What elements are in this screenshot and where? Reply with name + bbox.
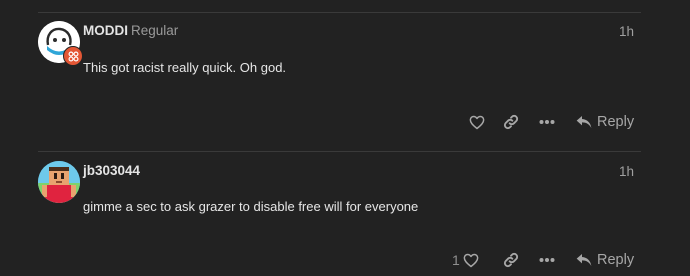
user-title: Regular <box>131 23 179 38</box>
copy-link-button[interactable] <box>500 111 522 133</box>
link-icon <box>503 114 519 130</box>
reply-button[interactable]: Reply <box>576 248 634 272</box>
avatar[interactable] <box>38 161 80 203</box>
like-count: 1 <box>452 252 460 268</box>
more-actions-button[interactable] <box>536 249 558 271</box>
heart-icon <box>469 115 485 129</box>
more-actions-button[interactable] <box>536 111 558 133</box>
pixel-character-avatar-icon <box>38 161 80 203</box>
heart-icon <box>463 253 479 267</box>
link-icon <box>503 252 519 268</box>
post-age[interactable]: 1h <box>600 164 634 179</box>
ellipsis-icon <box>539 258 555 262</box>
ellipsis-icon <box>539 120 555 124</box>
copy-link-button[interactable] <box>500 249 522 271</box>
username[interactable]: MODDI <box>83 23 128 38</box>
reply-button[interactable]: Reply <box>576 110 634 134</box>
post-moddi: MODDI Regular 1h This got racist really q… <box>0 0 690 151</box>
post-jb303044: jb303044 1h gimme a sec to ask grazer to… <box>0 152 690 276</box>
post-author[interactable]: MODDI Regular <box>83 23 178 38</box>
reply-label: Reply <box>597 252 635 268</box>
username[interactable]: jb303044 <box>83 163 140 178</box>
reply-label: Reply <box>597 114 635 130</box>
post-text: gimme a sec to ask grazer to disable fre… <box>83 199 419 214</box>
like-button[interactable]: 1 <box>452 249 479 271</box>
like-button[interactable] <box>466 111 488 133</box>
reply-arrow-icon <box>576 116 592 128</box>
post-age[interactable]: 1h <box>600 24 634 39</box>
post-author[interactable]: jb303044 <box>83 163 140 178</box>
reply-arrow-icon <box>576 254 592 266</box>
flair-badge-icon <box>63 46 83 66</box>
post-text: This got racist really quick. Oh god. <box>83 60 287 75</box>
